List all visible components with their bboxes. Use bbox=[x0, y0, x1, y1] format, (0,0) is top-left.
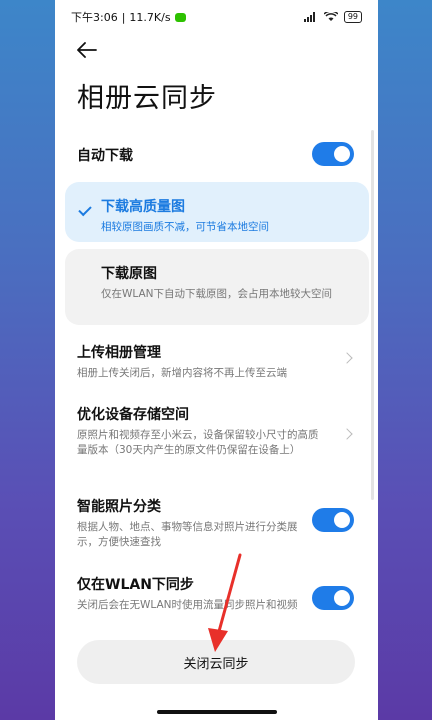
smart-classify-toggle[interactable] bbox=[312, 508, 354, 532]
back-button[interactable] bbox=[75, 38, 99, 62]
status-time: 下午3:06 bbox=[71, 11, 118, 24]
battery-icon: 99 bbox=[343, 11, 362, 23]
optimize-storage-row[interactable]: 优化设备存储空间 原照片和视频存至小米云，设备保留较小尺寸的高质量版本（30天内… bbox=[77, 404, 367, 470]
auto-download-label: 自动下载 bbox=[77, 148, 133, 164]
wechat-icon bbox=[174, 12, 186, 22]
auto-download-toggle[interactable] bbox=[312, 142, 354, 166]
upload-album-desc: 相册上传关闭后，新增内容将不再上传至云端 bbox=[77, 367, 287, 379]
status-bar: 下午3:06 | 11.7K/s 99 bbox=[55, 0, 378, 34]
optimize-storage-label: 优化设备存储空间 bbox=[77, 407, 189, 423]
status-left: 下午3:06 | 11.7K/s bbox=[71, 9, 186, 25]
smart-classify-desc: 根据人物、地点、事物等信息对照片进行分类展示，方便快速查找 bbox=[77, 521, 298, 548]
option-desc: 仅在WLAN下自动下载原图，会占用本地较大空间 bbox=[101, 288, 333, 300]
page-title: 相册云同步 bbox=[77, 83, 217, 114]
smart-classify-row[interactable]: 智能照片分类 根据人物、地点、事物等信息对照片进行分类展示，方便快速查找 bbox=[77, 496, 367, 548]
arrow-left-icon bbox=[77, 42, 97, 58]
home-indicator[interactable] bbox=[157, 710, 277, 714]
phone-screen: 下午3:06 | 11.7K/s 99 相册云同步 自动下载 下载高质量图 相较… bbox=[55, 0, 378, 720]
status-right: 99 bbox=[303, 11, 362, 23]
optimize-storage-desc: 原照片和视频存至小米云，设备保留较小尺寸的高质量版本（30天内产生的原文件仍保留… bbox=[77, 429, 319, 456]
status-divider: | bbox=[121, 10, 126, 24]
upload-album-row[interactable]: 上传相册管理 相册上传关闭后，新增内容将不再上传至云端 bbox=[77, 342, 367, 382]
chevron-right-icon bbox=[341, 428, 353, 440]
close-sync-button[interactable]: 关闭云同步 bbox=[77, 640, 355, 684]
upload-album-label: 上传相册管理 bbox=[77, 345, 161, 361]
option-high-quality[interactable]: 下载高质量图 相较原图画质不减，可节省本地空间 bbox=[65, 182, 369, 242]
checkmark-icon bbox=[78, 202, 92, 217]
wlan-only-row[interactable]: 仅在WLAN下同步 关闭后会在无WLAN时使用流量同步照片和视频 bbox=[77, 574, 367, 624]
wlan-only-toggle[interactable] bbox=[312, 586, 354, 610]
scrollbar[interactable] bbox=[371, 130, 374, 500]
network-speed: 11.7K/s bbox=[129, 10, 171, 24]
wifi-icon bbox=[323, 12, 338, 21]
wlan-only-desc: 关闭后会在无WLAN时使用流量同步照片和视频 bbox=[77, 599, 298, 611]
signal-icon bbox=[303, 12, 315, 22]
option-original[interactable]: 下载原图 仅在WLAN下自动下载原图，会占用本地较大空间 bbox=[65, 249, 369, 325]
option-desc: 相较原图画质不减，可节省本地空间 bbox=[101, 221, 269, 233]
option-title: 下载高质量图 bbox=[101, 199, 185, 215]
option-title: 下载原图 bbox=[101, 266, 157, 282]
auto-download-row[interactable]: 自动下载 bbox=[77, 142, 367, 166]
